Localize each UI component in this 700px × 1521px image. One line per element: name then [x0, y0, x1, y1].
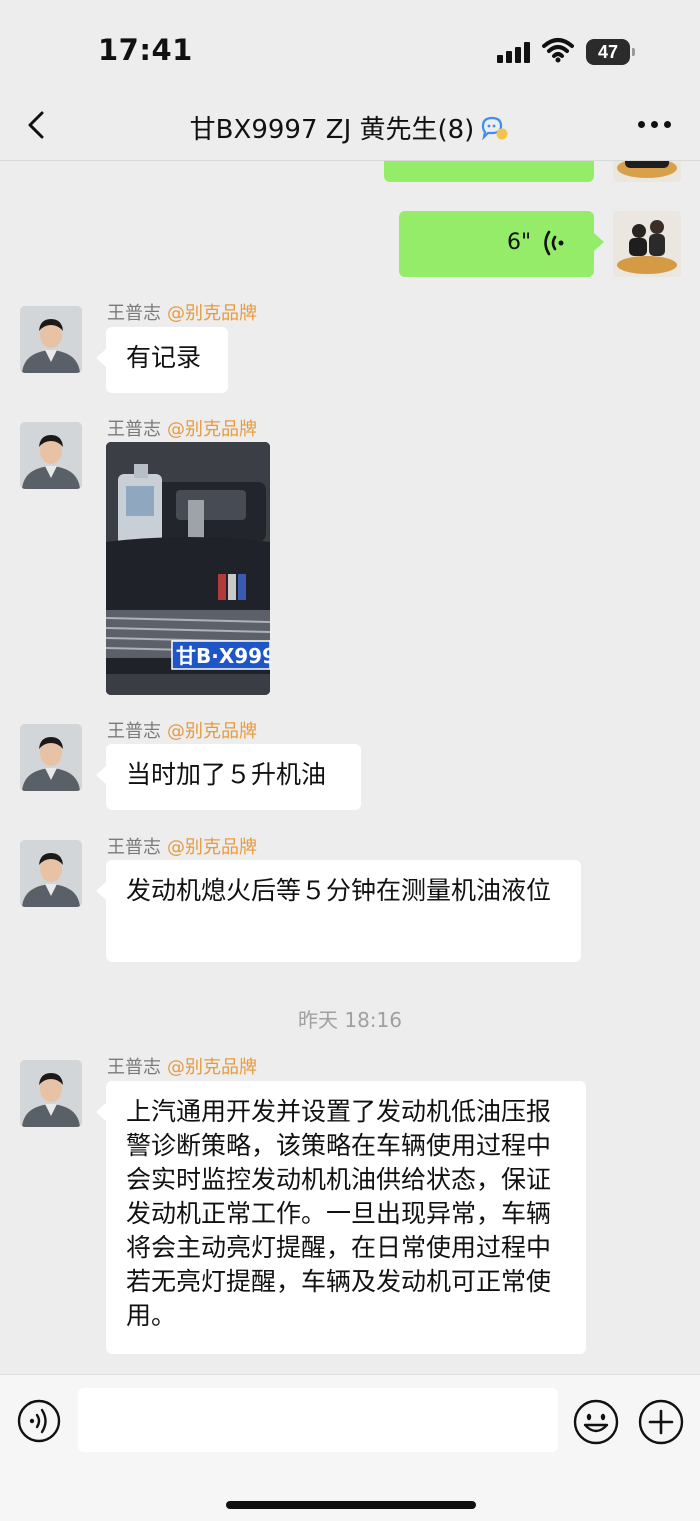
- avatar[interactable]: [613, 211, 681, 277]
- avatar[interactable]: [613, 161, 681, 182]
- status-bar: 17:41 47: [0, 0, 700, 95]
- sender-name: 王普志 @别克品牌: [107, 1053, 257, 1079]
- sender-name-text: 王普志: [107, 1057, 161, 1078]
- emoji-icon[interactable]: [573, 1399, 619, 1445]
- chat-title[interactable]: 甘BX9997 ZJ 黄先生(8): [0, 109, 700, 146]
- sender-name-text: 王普志: [107, 721, 161, 742]
- sender-name-text: 王普志: [107, 419, 161, 440]
- message-bubble[interactable]: 当时加了５升机油: [96, 744, 361, 810]
- message-input[interactable]: [78, 1388, 558, 1452]
- avatar[interactable]: [20, 422, 82, 489]
- home-indicator[interactable]: [226, 1501, 476, 1509]
- sender-tag: @别克品牌: [167, 419, 257, 440]
- wifi-icon: [542, 38, 574, 63]
- voice-icon: [544, 230, 564, 256]
- sender-name: 王普志 @别克品牌: [107, 415, 257, 441]
- sender-name: 王普志 @别克品牌: [107, 717, 257, 743]
- sender-tag: @别克品牌: [167, 721, 257, 742]
- voice-duration: 6": [507, 230, 532, 255]
- sender-name: 王普志 @别克品牌: [107, 299, 257, 325]
- avatar[interactable]: [20, 1060, 82, 1127]
- message-bubble[interactable]: 有记录: [96, 327, 228, 393]
- chat-header: 甘BX9997 ZJ 黄先生(8): [0, 95, 700, 161]
- sender-name-text: 王普志: [107, 303, 161, 324]
- voice-message-bubble[interactable]: 6": [399, 211, 604, 277]
- sender-tag: @别克品牌: [167, 1057, 257, 1078]
- battery-level: 47: [586, 39, 630, 65]
- input-bar: [0, 1374, 700, 1521]
- timestamp-divider: 昨天 18:16: [298, 1008, 402, 1032]
- battery-icon: 47: [586, 39, 636, 65]
- message-bubble[interactable]: 发动机熄火后等５分钟在测量机油液位: [96, 860, 581, 962]
- message-list[interactable]: 6" 王普志 @别克品牌 有记录 王普志 @别克品牌 甘B·X999 王普志 @…: [0, 161, 700, 1374]
- chat-title-text: 甘BX9997 ZJ 黄先生(8): [189, 115, 475, 145]
- sender-name-text: 王普志: [107, 837, 161, 858]
- sender-tag: @别克品牌: [167, 303, 257, 324]
- avatar[interactable]: [20, 840, 82, 907]
- group-badge-icon: [482, 116, 508, 140]
- message-bubble-sent-partial[interactable]: [384, 161, 594, 182]
- plate-text: 甘B·X999: [176, 644, 270, 668]
- message-bubble[interactable]: 上汽通用开发并设置了发动机低油压报警诊断策略，该策略在车辆使用过程中会实时监控发…: [96, 1081, 586, 1354]
- signal-icon: [497, 41, 531, 63]
- voice-input-icon[interactable]: [17, 1399, 61, 1443]
- plus-icon[interactable]: [638, 1399, 684, 1445]
- photo-message[interactable]: 甘B·X999: [106, 442, 270, 695]
- more-icon[interactable]: [638, 119, 672, 129]
- avatar[interactable]: [20, 306, 82, 373]
- avatar[interactable]: [20, 724, 82, 791]
- sender-name: 王普志 @别克品牌: [107, 833, 257, 859]
- sender-tag: @别克品牌: [167, 837, 257, 858]
- status-time: 17:41: [98, 33, 193, 67]
